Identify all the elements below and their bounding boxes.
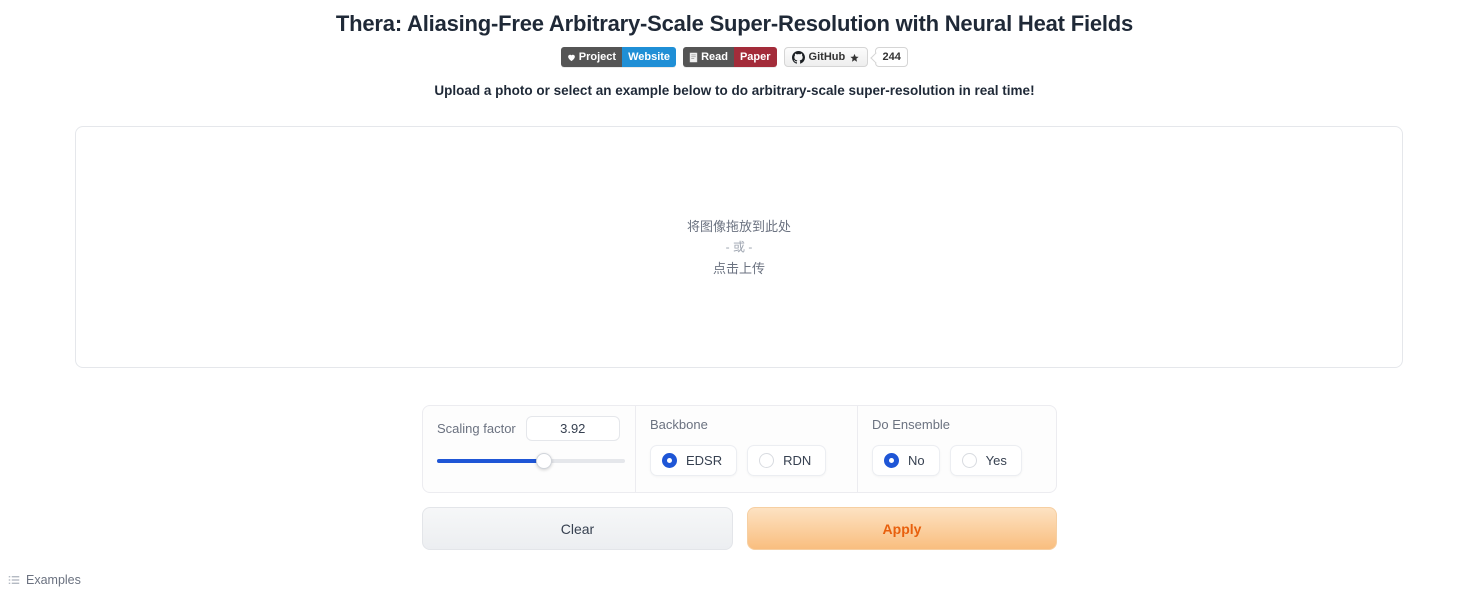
radio-backbone-rdn[interactable]: RDN: [747, 445, 827, 476]
github-icon: [791, 50, 805, 64]
scaling-factor-group: Scaling factor 3.92: [423, 406, 635, 492]
examples-label: Examples: [26, 573, 81, 587]
slider-fill: [437, 459, 544, 463]
dropzone-click-text: 点击上传: [712, 260, 765, 276]
radio-backbone-rdn-label: RDN: [783, 453, 812, 468]
paper-badge-left-label: Read: [701, 51, 728, 63]
backbone-group: Backbone EDSR RDN: [635, 406, 857, 492]
radio-ensemble-yes-label: Yes: [985, 453, 1007, 468]
action-buttons: Clear Apply: [422, 507, 1057, 550]
radio-unselected-icon: [759, 453, 775, 468]
ensemble-label: Do Ensemble: [872, 417, 951, 432]
page-subtitle: Upload a photo or select an example belo…: [434, 83, 1035, 98]
heart-icon: [567, 53, 576, 62]
radio-ensemble-no-label: No: [908, 453, 925, 468]
app-root: Thera: Aliasing-Free Arbitrary-Scale Sup…: [0, 0, 1469, 595]
paper-badge-left: Read: [683, 47, 734, 67]
page-title: Thera: Aliasing-Free Arbitrary-Scale Sup…: [335, 11, 1134, 36]
radio-backbone-edsr-label: EDSR: [686, 453, 723, 468]
radio-unselected-icon: [961, 453, 977, 468]
radio-backbone-edsr[interactable]: EDSR: [650, 445, 738, 476]
github-star-count: 244: [875, 47, 909, 67]
controls-panel: Scaling factor 3.92 Backbone EDSR RDN Do…: [422, 405, 1057, 493]
document-icon: [689, 51, 698, 63]
ensemble-group: Do Ensemble No Yes: [857, 406, 1056, 492]
clear-button[interactable]: Clear: [422, 507, 733, 550]
radio-selected-icon: [662, 453, 677, 468]
project-badge-left: Project: [560, 47, 623, 67]
project-badge-left-label: Project: [578, 51, 617, 63]
backbone-radio-row: EDSR RDN: [650, 445, 843, 476]
project-website-badge[interactable]: Project Website: [560, 47, 677, 67]
scaling-factor-label: Scaling factor: [437, 420, 516, 436]
ensemble-radio-row: No Yes: [872, 445, 1042, 476]
project-badge-right-label: Website: [622, 47, 677, 67]
apply-button[interactable]: Apply: [747, 507, 1057, 550]
scaling-factor-header: Scaling factor 3.92: [437, 416, 621, 441]
image-dropzone[interactable]: 将图像拖放到此处 - 或 - 点击上传: [75, 126, 1403, 368]
github-badge-label: GitHub: [808, 51, 846, 63]
scaling-factor-input[interactable]: 3.92: [525, 416, 620, 441]
radio-ensemble-no[interactable]: No: [872, 445, 940, 476]
dropzone-drag-text: 将图像拖放到此处: [686, 218, 791, 234]
scaling-factor-slider[interactable]: [437, 453, 625, 469]
radio-ensemble-yes[interactable]: Yes: [949, 445, 1022, 476]
star-icon: [849, 52, 860, 63]
badge-row: Project Website Read Paper GitHub 244: [0, 47, 1469, 67]
radio-selected-icon: [884, 453, 899, 468]
read-paper-badge[interactable]: Read Paper: [683, 47, 777, 67]
github-badge[interactable]: GitHub: [783, 47, 869, 67]
slider-thumb[interactable]: [536, 453, 552, 469]
examples-toggle[interactable]: Examples: [8, 573, 81, 587]
paper-badge-right-label: Paper: [733, 47, 777, 67]
list-icon: [8, 574, 20, 586]
dropzone-or-text: - 或 -: [725, 239, 753, 254]
backbone-label: Backbone: [650, 417, 708, 432]
